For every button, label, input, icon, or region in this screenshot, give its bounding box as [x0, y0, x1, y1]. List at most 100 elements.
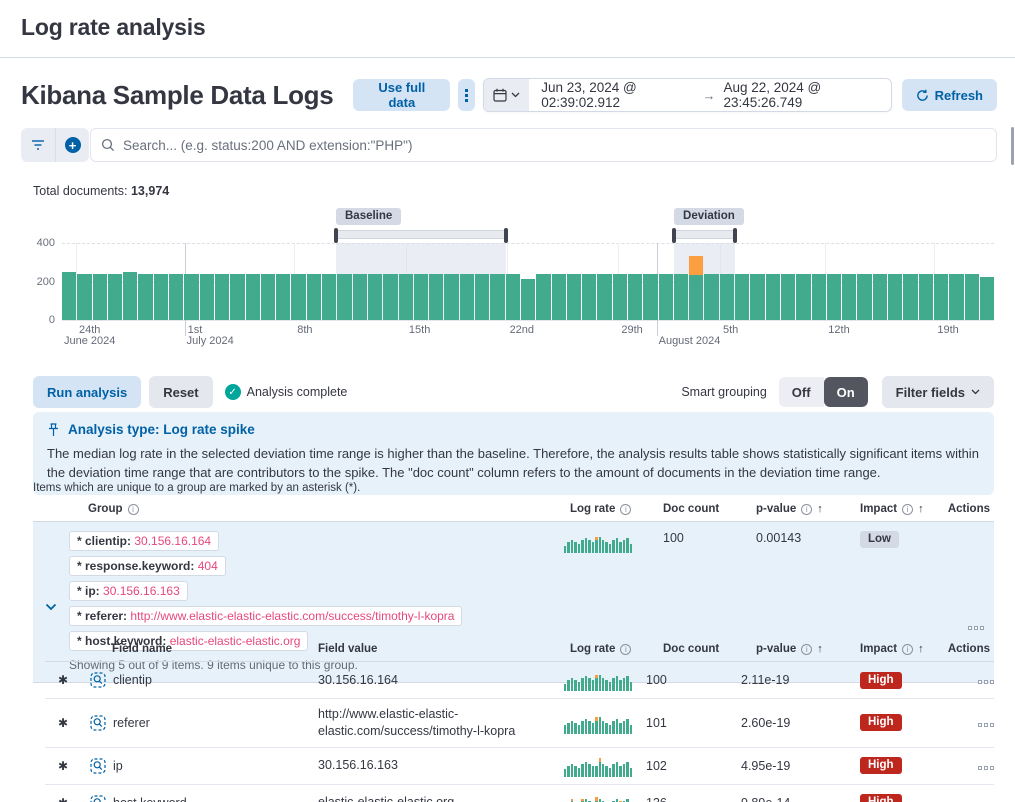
col-impact[interactable]: Impacti↑: [846, 638, 934, 661]
refresh-button[interactable]: Refresh: [902, 79, 997, 111]
deviation-brush-handle-right[interactable]: [733, 228, 737, 243]
info-icon[interactable]: i: [801, 504, 812, 515]
histogram-bar: [842, 274, 856, 320]
end-date[interactable]: Aug 22, 2024 @ 23:45:26.749: [723, 80, 878, 110]
col-log-rate[interactable]: Log ratei: [536, 638, 646, 661]
group-badges: * clientip: 30.156.16.164 * response.key…: [69, 531, 536, 655]
x-month-label: August 2024: [659, 335, 721, 347]
refresh-icon: [916, 89, 929, 102]
run-analysis-button[interactable]: Run analysis: [33, 376, 141, 408]
col-doc-count[interactable]: Doc count: [646, 498, 741, 521]
histogram-bar: [628, 274, 642, 320]
sort-asc-icon: ↑: [817, 503, 823, 515]
data-view-title: Kibana Sample Data Logs: [21, 80, 333, 111]
histogram-bar: [536, 274, 550, 320]
baseline-brush-handle-right[interactable]: [504, 228, 508, 243]
field-actions-menu-icon[interactable]: [978, 762, 994, 770]
histogram-bar: [812, 274, 826, 320]
info-icon[interactable]: i: [128, 504, 139, 515]
baseline-brush[interactable]: [336, 230, 506, 239]
reset-button[interactable]: Reset: [149, 376, 212, 408]
col-log-rate[interactable]: Log ratei: [536, 498, 646, 521]
histogram-bar: [796, 274, 810, 320]
x-tick-label: 19th: [937, 324, 958, 336]
sort-asc-icon: ↑: [918, 643, 924, 655]
histogram-bar: [123, 272, 137, 320]
histogram-bar: [108, 274, 122, 320]
col-group[interactable]: Groupi: [69, 498, 536, 521]
add-filter-button[interactable]: +: [55, 128, 89, 162]
histogram-bar: [735, 274, 749, 320]
chevron-down-icon: [971, 389, 980, 395]
col-impact[interactable]: Impacti↑: [846, 498, 934, 521]
field-search-icon: [90, 672, 106, 688]
info-icon[interactable]: i: [620, 504, 631, 515]
field-table-row[interactable]: ✱ ip 30.156.16.163 102 4.95e-19 High: [45, 748, 994, 785]
deviation-brush-handle-left[interactable]: [672, 228, 676, 243]
histogram-bar: [965, 274, 979, 320]
search-input[interactable]: [123, 138, 986, 153]
group-item-badge[interactable]: * clientip: 30.156.16.164: [69, 531, 219, 551]
histogram-bar: [246, 274, 260, 320]
info-icon[interactable]: i: [620, 644, 631, 655]
unique-asterisk: ✱: [45, 709, 81, 737]
date-range-display[interactable]: Jun 23, 2024 @ 02:39:02.912 → Aug 22, 20…: [529, 79, 890, 111]
col-field-value[interactable]: Field value: [318, 638, 536, 661]
calendar-icon: [493, 88, 507, 102]
field-results-table: Field name Field value Log ratei Doc cou…: [45, 638, 994, 802]
chart-plot-area[interactable]: 4002000: [62, 243, 994, 320]
col-field-name[interactable]: Field name: [81, 638, 318, 661]
filter-fields-button[interactable]: Filter fields: [882, 376, 994, 408]
group-actions-menu-icon[interactable]: [968, 622, 984, 630]
x-month-label: June 2024: [64, 335, 115, 347]
histogram-bar: [383, 274, 397, 320]
histogram-bar: [857, 274, 871, 320]
histogram-bar: [460, 274, 474, 320]
deviation-brush[interactable]: [674, 230, 735, 239]
group-item-badge[interactable]: * response.keyword: 404: [69, 556, 226, 576]
field-actions-menu-icon[interactable]: [978, 719, 994, 727]
field-search-icon: [90, 795, 106, 802]
toggle-off-button[interactable]: Off: [779, 377, 824, 407]
total-documents-value: 13,974: [131, 184, 169, 198]
col-doc-count[interactable]: Doc count: [646, 638, 741, 661]
info-icon[interactable]: i: [902, 644, 913, 655]
baseline-brush-handle-left[interactable]: [334, 228, 338, 243]
histogram-bar: [506, 274, 520, 320]
field-table-row[interactable]: ✱ clientip 30.156.16.164 100 2.11e-19 Hi…: [45, 662, 994, 699]
field-impact-badge: High: [860, 672, 902, 689]
field-impact-badge: High: [860, 794, 902, 802]
total-documents: Total documents: 13,974: [0, 162, 1015, 198]
col-p-value[interactable]: p-valuei↑: [741, 638, 846, 661]
scrollbar-thumb[interactable]: [1011, 127, 1014, 165]
info-icon[interactable]: i: [902, 504, 913, 515]
histogram-bar: [750, 274, 764, 320]
quick-select-menu[interactable]: [484, 79, 529, 111]
histogram-bar: [567, 274, 581, 320]
filter-button[interactable]: [21, 128, 55, 162]
callout-title: Analysis type: Log rate spike: [47, 422, 980, 437]
field-actions-menu-icon[interactable]: [978, 676, 994, 684]
group-item-badge[interactable]: * ip: 30.156.16.163: [69, 581, 188, 601]
histogram-bar: [704, 274, 718, 320]
col-p-value[interactable]: p-valuei↑: [741, 498, 846, 521]
field-table-row[interactable]: ✱ referer http://www.elastic-elastic-ela…: [45, 699, 994, 748]
chart-x-axis: 24th1st8th15th22nd29th5th12th19thJune 20…: [62, 322, 994, 348]
sort-asc-icon: ↑: [918, 503, 924, 515]
group-item-badge[interactable]: * referer: http://www.elastic-elastic-el…: [69, 606, 462, 626]
search-bar-row: +: [0, 112, 1015, 162]
field-name: referer: [113, 716, 150, 730]
sample-size-options-button[interactable]: [458, 79, 475, 111]
analysis-status: ✓ Analysis complete: [225, 384, 348, 400]
use-full-data-button[interactable]: Use full data: [353, 79, 450, 111]
info-icon[interactable]: i: [801, 644, 812, 655]
x-tick-label: 5th: [723, 324, 738, 336]
toggle-on-button[interactable]: On: [824, 377, 868, 407]
field-name: ip: [113, 759, 123, 773]
date-range-picker[interactable]: Jun 23, 2024 @ 02:39:02.912 → Aug 22, 20…: [483, 78, 891, 112]
start-date[interactable]: Jun 23, 2024 @ 02:39:02.912: [541, 80, 694, 110]
histogram-bar: [276, 274, 290, 320]
field-table-row[interactable]: ✱ host.keyword elastic-elastic-elastic.o…: [45, 785, 994, 802]
x-month-label: July 2024: [187, 335, 234, 347]
histogram-bar: [368, 274, 382, 320]
